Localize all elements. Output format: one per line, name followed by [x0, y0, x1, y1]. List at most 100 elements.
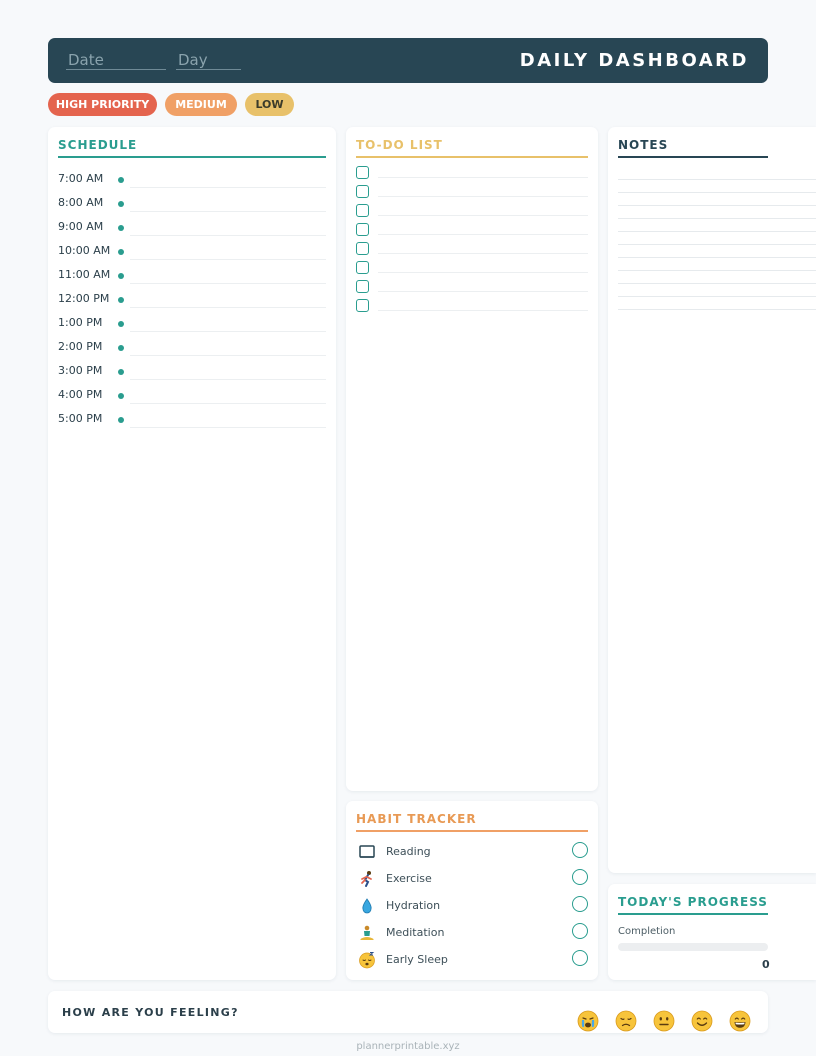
habit-label: Early Sleep	[386, 953, 448, 966]
habit-row[interactable]: Meditation	[356, 921, 588, 948]
schedule-time: 2:00 PM	[58, 340, 103, 353]
todo-checkbox[interactable]	[356, 185, 369, 198]
habit-check-circle[interactable]	[572, 950, 588, 966]
todo-card: TO-DO LIST	[346, 127, 598, 791]
notes-line	[618, 296, 816, 297]
dashboard-header: Date Day DAILY DASHBOARD	[48, 38, 768, 83]
todo-item[interactable]	[356, 261, 588, 280]
habit-label: Reading	[386, 845, 431, 858]
schedule-row[interactable]: 2:00 PM	[58, 336, 326, 360]
grinning-face-icon[interactable]	[729, 1010, 751, 1032]
habit-title: HABIT TRACKER	[356, 812, 477, 826]
schedule-write-line	[130, 283, 326, 284]
todo-item[interactable]	[356, 185, 588, 204]
todo-checkbox[interactable]	[356, 299, 369, 312]
crying-face-icon[interactable]	[577, 1010, 599, 1032]
habit-check-circle[interactable]	[572, 923, 588, 939]
schedule-bullet	[118, 345, 124, 351]
todo-item[interactable]	[356, 242, 588, 261]
todo-item[interactable]	[356, 299, 588, 318]
habit-row[interactable]: Reading	[356, 840, 588, 867]
schedule-time: 5:00 PM	[58, 412, 103, 425]
schedule-time: 4:00 PM	[58, 388, 103, 401]
todo-write-line	[378, 310, 588, 311]
completion-label: Completion	[618, 926, 676, 937]
todo-checkbox[interactable]	[356, 280, 369, 293]
todo-write-line	[378, 272, 588, 273]
habit-row[interactable]: Hydration	[356, 894, 588, 921]
schedule-row[interactable]: 8:00 AM	[58, 192, 326, 216]
schedule-write-line	[130, 307, 326, 308]
sad-face-icon[interactable]	[615, 1010, 637, 1032]
schedule-write-line	[130, 355, 326, 356]
schedule-write-line	[130, 427, 326, 428]
notes-line	[618, 309, 816, 310]
medium-priority-badge: MEDIUM	[165, 93, 237, 116]
todo-checkbox[interactable]	[356, 261, 369, 274]
schedule-time: 10:00 AM	[58, 244, 111, 257]
schedule-row[interactable]: 3:00 PM	[58, 360, 326, 384]
notes-divider	[618, 156, 768, 158]
schedule-write-line	[130, 331, 326, 332]
schedule-row[interactable]: 12:00 PM	[58, 288, 326, 312]
schedule-row[interactable]: 9:00 AM	[58, 216, 326, 240]
habit-row[interactable]: Early Sleep	[356, 948, 588, 975]
habit-divider	[356, 830, 588, 832]
schedule-write-line	[130, 379, 326, 380]
todo-item[interactable]	[356, 280, 588, 299]
mood-question: HOW ARE YOU FEELING?	[62, 1006, 239, 1019]
schedule-write-line	[130, 235, 326, 236]
todo-checkbox[interactable]	[356, 242, 369, 255]
todo-item[interactable]	[356, 223, 588, 242]
low-priority-badge: LOW	[245, 93, 294, 116]
schedule-write-line	[130, 403, 326, 404]
schedule-bullet	[118, 273, 124, 279]
day-field[interactable]: Day	[176, 50, 241, 70]
progress-divider	[618, 913, 768, 915]
schedule-bullet	[118, 321, 124, 327]
notes-line	[618, 257, 816, 258]
schedule-bullet	[118, 393, 124, 399]
schedule-row[interactable]: 1:00 PM	[58, 312, 326, 336]
todo-item[interactable]	[356, 204, 588, 223]
schedule-row[interactable]: 7:00 AM	[58, 168, 326, 192]
schedule-time: 1:00 PM	[58, 316, 103, 329]
notes-line	[618, 231, 816, 232]
todo-checkbox[interactable]	[356, 204, 369, 217]
schedule-bullet	[118, 201, 124, 207]
todo-write-line	[378, 253, 588, 254]
schedule-time: 3:00 PM	[58, 364, 103, 377]
schedule-row[interactable]: 10:00 AM	[58, 240, 326, 264]
habit-label: Meditation	[386, 926, 445, 939]
habit-check-circle[interactable]	[572, 869, 588, 885]
progress-title: TODAY'S PROGRESS	[618, 895, 768, 909]
habit-check-circle[interactable]	[572, 896, 588, 912]
habit-check-circle[interactable]	[572, 842, 588, 858]
schedule-card: SCHEDULE 7:00 AM 8:00 AM 9:00 AM 10:00 AM 11…	[48, 127, 336, 980]
todo-item[interactable]	[356, 166, 588, 185]
schedule-divider	[58, 156, 326, 158]
footer-url: plannerprintable.xyz	[356, 1041, 460, 1052]
schedule-row[interactable]: 5:00 PM	[58, 408, 326, 432]
schedule-time: 12:00 PM	[58, 292, 110, 305]
notes-title: NOTES	[618, 138, 669, 152]
smiling-face-icon[interactable]	[691, 1010, 713, 1032]
schedule-time: 8:00 AM	[58, 196, 104, 209]
schedule-row[interactable]: 4:00 PM	[58, 384, 326, 408]
schedule-title: SCHEDULE	[58, 138, 138, 152]
schedule-time: 9:00 AM	[58, 220, 104, 233]
schedule-time: 11:00 AM	[58, 268, 111, 281]
schedule-write-line	[130, 211, 326, 212]
date-field[interactable]: Date	[66, 50, 166, 70]
todo-checkbox[interactable]	[356, 166, 369, 179]
completion-progress-bar	[618, 943, 768, 951]
notes-line	[618, 283, 816, 284]
habit-tracker-card: HABIT TRACKER Reading Exercise Hydration Me…	[346, 801, 598, 980]
todo-checkbox[interactable]	[356, 223, 369, 236]
page-title: DAILY DASHBOARD	[519, 50, 749, 71]
notes-card: NOTES	[608, 127, 816, 873]
habit-row[interactable]: Exercise	[356, 867, 588, 894]
schedule-row[interactable]: 11:00 AM	[58, 264, 326, 288]
neutral-face-icon[interactable]	[653, 1010, 675, 1032]
notes-line	[618, 270, 816, 271]
